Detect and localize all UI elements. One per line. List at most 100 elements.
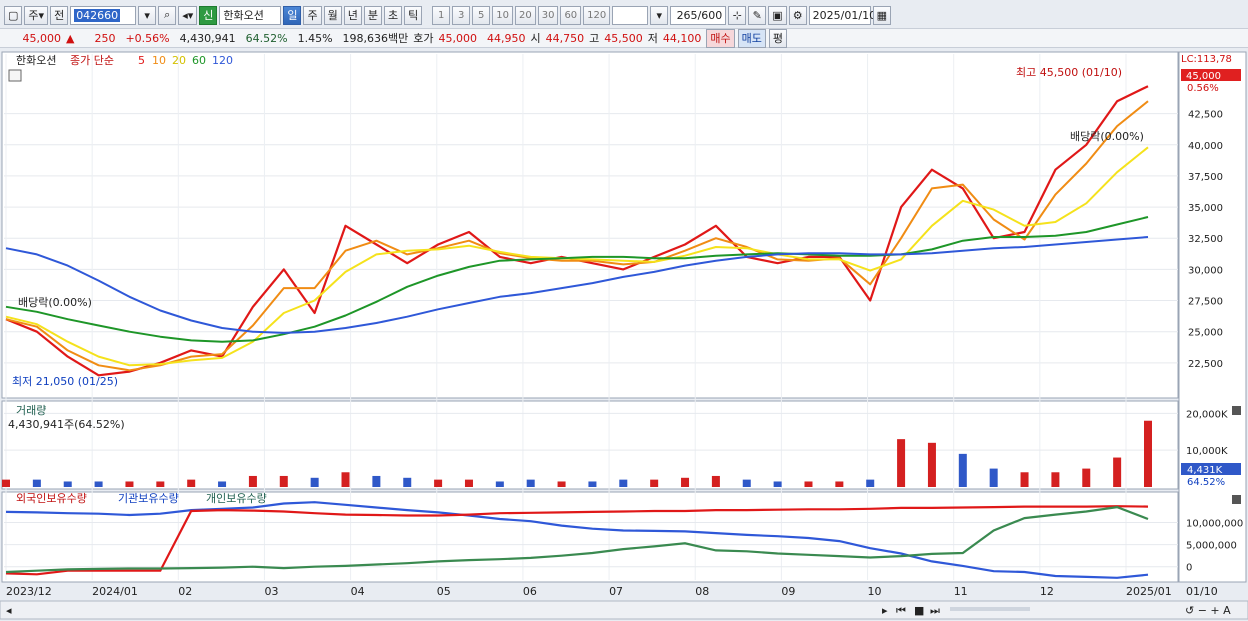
holdings-tick-label: 5,000,000 [1186,541,1237,552]
interval-3[interactable]: 3 [452,5,471,25]
eval-button[interactable]: 평 [768,28,788,48]
volume-bar [866,479,875,487]
holdings-tick-label: 10,000,000 [1186,519,1243,530]
lc-label: LC:113,78 [1181,54,1232,65]
bid-price: 44,950 [487,31,526,45]
interval-120[interactable]: 120 [583,5,611,25]
type-dropdown[interactable]: 주 ▾ [24,5,49,25]
high-label: 고 [589,32,600,45]
calendar-icon[interactable]: ▦ [872,5,892,25]
holdings-close-icon[interactable] [1232,495,1241,504]
scroll-bar[interactable] [0,600,1248,620]
legend-individual: 개인보유수량 [206,492,267,505]
new-badge: 신 [199,5,218,25]
forward-icon[interactable]: ⏭ [930,604,940,617]
zoom-slider[interactable] [950,607,1030,611]
volume-bar [279,475,288,487]
prev-button[interactable]: 전 [50,5,69,25]
x-axis-label: 03 [264,585,278,598]
gear-icon[interactable]: ⚙ [788,5,807,25]
open-label: 시 [530,32,541,45]
chart-window-icon[interactable]: ▢ [4,5,23,25]
scroll-left-icon[interactable]: ◂ [6,604,12,617]
x-axis-label: 12 [1040,585,1054,598]
buy-button[interactable]: 매수 [706,28,735,48]
chevron-down-icon[interactable]: ▾ [650,5,669,25]
volume-bar [711,475,720,487]
volume-bar [1144,420,1152,487]
ma-10-label: 10 [152,54,166,67]
period-second[interactable]: 초 [383,5,403,25]
stock-name-field[interactable]: 한화오션 [219,5,282,25]
volume-bar [310,477,319,487]
price-tick-label: 32,500 [1188,234,1223,245]
volume-bar [218,481,227,487]
scroll-right-icon[interactable]: ▸ [882,604,888,617]
zoom-buttons-icon[interactable]: ↺ − + A [1185,604,1231,617]
period-minute[interactable]: 분 [363,5,382,25]
price-tick-label: 37,500 [1188,172,1223,183]
volume-bar [927,442,936,487]
x-axis-label: 11 [954,585,968,598]
stock-chart[interactable]: 42,500 40,000 37,500 35,000 32,500 30,000 27,5… [0,50,1248,621]
ask-price: 45,000 [438,31,478,45]
low-label: 저 [647,32,658,45]
volume-bar [804,481,813,487]
high-price: 45,500 [604,31,643,45]
grid-toggle-icon[interactable] [8,69,22,82]
count-field[interactable]: 265/600 [670,5,727,25]
period-week[interactable]: 주 [303,5,322,25]
chevron-down-icon[interactable]: ▾ [138,5,157,25]
x-axis-label: 10 [868,585,882,598]
volume-tick-label: 10,000K [1186,446,1228,457]
tool-icon[interactable]: ✎ [748,5,767,25]
price-tick-label: 40,000 [1188,141,1223,152]
volume-bar [434,479,443,487]
custom-interval-input[interactable] [612,5,649,25]
main-toolbar: ▢ 주 ▾ 전 042660 ▾ ⌕ ◂▾ 신 한화오션 일 주 월 년 분 초 … [0,3,1248,27]
ma-20-label: 20 [172,54,186,67]
volume-tick-label: 20,000K [1186,409,1228,420]
stock-code-input[interactable]: 042660 [70,5,137,25]
stop-icon[interactable]: ■ [914,604,924,617]
volume-bar [681,477,690,487]
dividend-note-left: 배당락(0.00%) [18,296,92,309]
x-axis-label: 07 [609,585,623,598]
speaker-icon[interactable]: ◂▾ [178,5,198,25]
search-icon[interactable]: ⌕ [158,5,177,25]
period-year[interactable]: 년 [343,5,362,25]
interval-1[interactable]: 1 [432,5,451,25]
price-tick-label: 35,000 [1188,203,1223,214]
volume-close-icon[interactable] [1232,406,1241,415]
interval-10[interactable]: 10 [492,5,513,25]
x-axis-label: 04 [351,585,365,598]
legend-foreign: 외국인보유수량 [16,492,87,505]
price-tick-label: 22,500 [1188,359,1223,370]
volume-bar [619,479,628,487]
interval-5[interactable]: 5 [472,5,491,25]
volume-bar [125,481,134,487]
volume-bar [526,479,535,487]
ma-120-label: 120 [212,54,233,67]
cursor-icon[interactable]: ⊹ [728,5,747,25]
volume-bar [1020,472,1029,487]
sell-button[interactable]: 매도 [737,28,766,48]
price-tick-label: 30,000 [1188,265,1223,276]
high-note: 최고 45,500 (01/10) [1016,66,1122,79]
volume-bar [557,481,566,487]
period-day[interactable]: 일 [283,5,302,25]
quote-bar: 45,000 ▲ 250 +0.56% 4,430,941 64.52% 1.4… [0,28,1248,48]
x-axis-label: 2025/01 [1126,585,1172,598]
date-field[interactable]: 2025/01/10 [808,5,876,25]
x-axis-label: 09 [781,585,795,598]
save-icon[interactable]: ▣ [768,5,787,25]
interval-20[interactable]: 20 [514,5,536,25]
current-price-tag-text: 45,000 [1186,71,1221,82]
rewind-icon[interactable]: ⏮ [896,604,906,617]
current-pct-text: 0.56% [1187,83,1219,94]
volume-bar [94,481,103,487]
interval-30[interactable]: 30 [537,5,559,25]
period-month[interactable]: 월 [323,5,342,25]
interval-60[interactable]: 60 [560,5,582,25]
period-tick[interactable]: 틱 [404,5,423,25]
